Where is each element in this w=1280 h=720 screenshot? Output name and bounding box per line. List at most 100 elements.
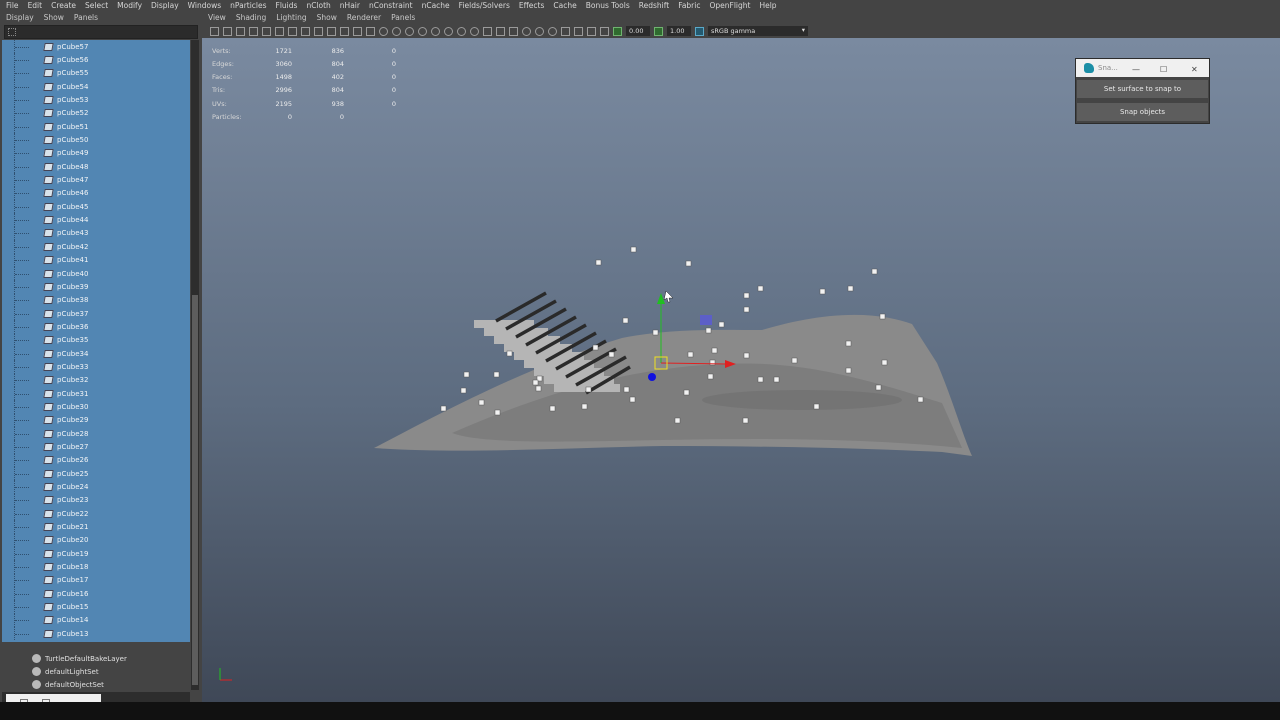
list-item[interactable]: pCube28 <box>2 426 190 441</box>
list-item[interactable]: pCube55 <box>2 66 190 81</box>
list-item[interactable]: pCube23 <box>2 493 190 508</box>
menu-fieldssolvers[interactable]: Fields/Solvers <box>459 1 510 10</box>
list-item[interactable]: pCube29 <box>2 413 190 427</box>
grease-pencil-icon[interactable] <box>275 26 284 36</box>
gamma-icon[interactable] <box>654 26 663 36</box>
2d-pan-icon[interactable] <box>262 26 271 36</box>
list-item[interactable]: pCube45 <box>2 200 190 214</box>
list-item[interactable]: pCube16 <box>2 587 190 601</box>
list-item[interactable]: pCube34 <box>2 346 190 361</box>
snap-dialog-titlebar[interactable]: Sna... — ☐ ✕ <box>1076 59 1209 77</box>
list-item[interactable]: pCube13 <box>2 627 190 641</box>
list-item[interactable]: pCube32 <box>2 373 190 387</box>
set-surface-button[interactable]: Set surface to snap to <box>1077 80 1208 98</box>
xray-icon[interactable] <box>483 26 492 36</box>
menu-select[interactable]: Select <box>85 1 108 10</box>
anti-alias-icon[interactable] <box>535 26 544 36</box>
bookmark-icon[interactable] <box>236 26 245 36</box>
motion-blur-icon[interactable] <box>522 26 531 36</box>
list-item[interactable]: pCube25 <box>2 467 190 481</box>
menu-file[interactable]: File <box>6 1 19 10</box>
menu-cache[interactable]: Cache <box>553 1 576 10</box>
list-item[interactable]: pCube18 <box>2 560 190 574</box>
viewport-menu-shading[interactable]: Shading <box>236 13 266 22</box>
menu-bonustools[interactable]: Bonus Tools <box>586 1 630 10</box>
depth-of-field-icon[interactable] <box>548 26 557 36</box>
bookmark-camera-icon[interactable] <box>587 26 596 36</box>
list-item[interactable]: pCube24 <box>2 480 190 494</box>
3d-viewport-canvas[interactable]: Verts: 1721 836 0 Edges: 3060 804 0 Faces: 1498 40… <box>202 38 1280 702</box>
camera-attributes-icon[interactable] <box>223 26 232 36</box>
outliner-vertical-scrollbar[interactable] <box>191 40 199 690</box>
color-management-icon[interactable] <box>695 26 704 36</box>
list-item[interactable]: pCube40 <box>2 266 190 281</box>
list-item[interactable]: pCube21 <box>2 520 190 534</box>
textured-icon[interactable] <box>431 26 440 36</box>
list-item[interactable]: pCube14 <box>2 613 190 628</box>
smooth-shade-icon[interactable] <box>392 26 401 36</box>
list-item[interactable]: pCube46 <box>2 186 190 201</box>
menu-help[interactable]: Help <box>759 1 776 10</box>
menu-nconstraint[interactable]: nConstraint <box>369 1 413 10</box>
grid-icon[interactable] <box>288 26 297 36</box>
list-item[interactable]: pCube35 <box>2 333 190 347</box>
shadows-icon[interactable] <box>457 26 466 36</box>
image-planes-icon[interactable] <box>600 26 609 36</box>
menu-effects[interactable]: Effects <box>519 1 545 10</box>
viewport-menu-show[interactable]: Show <box>317 13 337 22</box>
viewport-menu-lighting[interactable]: Lighting <box>276 13 306 22</box>
list-item[interactable]: pCube17 <box>2 573 190 588</box>
gamma-field[interactable]: 1.00 <box>667 26 691 36</box>
list-item[interactable]: pCube33 <box>2 360 190 374</box>
resolution-gate-icon[interactable] <box>314 26 323 36</box>
list-item[interactable]: pCube48 <box>2 160 190 174</box>
list-item[interactable]: pCube36 <box>2 320 190 334</box>
lights-icon[interactable] <box>444 26 453 36</box>
list-item[interactable]: pCube53 <box>2 93 190 107</box>
list-item[interactable]: pCube51 <box>2 120 190 134</box>
set-item[interactable]: defaultObjectSet <box>2 678 190 691</box>
wireframe-icon[interactable] <box>379 26 388 36</box>
field-chart-icon[interactable] <box>340 26 349 36</box>
menu-edit[interactable]: Edit <box>28 1 43 10</box>
exposure-icon[interactable] <box>613 26 622 36</box>
outliner-menu-display[interactable]: Display <box>6 13 34 22</box>
list-item[interactable]: pCube20 <box>2 533 190 548</box>
menu-windows[interactable]: Windows <box>188 1 221 10</box>
list-item[interactable]: pCube54 <box>2 80 190 94</box>
ambient-occlusion-icon[interactable] <box>470 26 479 36</box>
set-item[interactable]: defaultLightSet <box>2 665 190 678</box>
close-icon[interactable]: ✕ <box>1191 65 1198 74</box>
use-default-material-icon[interactable] <box>405 26 414 36</box>
viewport-menu-renderer[interactable]: Renderer <box>347 13 381 22</box>
xray-joints-icon[interactable] <box>496 26 505 36</box>
snap-objects-button[interactable]: Snap objects <box>1077 103 1208 121</box>
viewport-menu-panels[interactable]: Panels <box>391 13 415 22</box>
minimize-icon[interactable]: — <box>1132 65 1140 74</box>
menu-openflight[interactable]: OpenFlight <box>709 1 750 10</box>
list-item[interactable]: pCube50 <box>2 133 190 147</box>
list-item[interactable]: pCube27 <box>2 440 190 454</box>
exposure-field[interactable]: 0.00 <box>626 26 650 36</box>
gate-mask-icon[interactable] <box>327 26 336 36</box>
set-item[interactable]: TurtleDefaultBakeLayer <box>2 652 190 665</box>
menu-nhair[interactable]: nHair <box>340 1 360 10</box>
list-item[interactable]: pCube44 <box>2 213 190 227</box>
outliner-menu-panels[interactable]: Panels <box>74 13 98 22</box>
menu-fluids[interactable]: Fluids <box>276 1 298 10</box>
list-item[interactable]: pCube31 <box>2 386 190 401</box>
menu-fabric[interactable]: Fabric <box>678 1 700 10</box>
list-item[interactable]: pCube42 <box>2 240 190 254</box>
list-item[interactable]: pCube38 <box>2 293 190 307</box>
list-item[interactable]: pCube22 <box>2 507 190 521</box>
scroll-thumb[interactable] <box>192 295 198 685</box>
film-gate-icon[interactable] <box>301 26 310 36</box>
camera-icon[interactable] <box>210 26 219 36</box>
list-item[interactable]: pCube56 <box>2 53 190 67</box>
menu-nparticles[interactable]: nParticles <box>230 1 266 10</box>
safe-title-icon[interactable] <box>366 26 375 36</box>
list-item[interactable]: pCube49 <box>2 146 190 161</box>
view-transform-select[interactable]: sRGB gamma <box>708 25 808 36</box>
menu-ncache[interactable]: nCache <box>422 1 450 10</box>
list-item[interactable]: pCube47 <box>2 173 190 187</box>
